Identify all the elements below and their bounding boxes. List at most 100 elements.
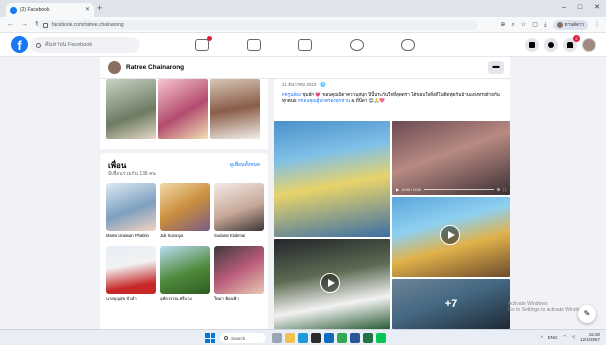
photo-tile[interactable]	[158, 79, 208, 139]
more-options-button[interactable]: ▬	[488, 61, 504, 74]
clock[interactable]: 15:30 12/4/2567	[580, 332, 600, 342]
file-explorer-icon[interactable]	[285, 333, 295, 343]
post-text: #ครูนล้อง ชุมสัก 💗 ขอบคุณบิดาความสนุก ปี…	[282, 92, 504, 104]
post-media[interactable]: +7	[392, 279, 510, 329]
new-message-button[interactable]: ✎	[578, 305, 596, 323]
facebook-search-input[interactable]: ค้นหาบน Facebook	[30, 37, 140, 53]
window-controls: – □ ✕	[562, 4, 600, 11]
edge-icon[interactable]	[298, 333, 308, 343]
friend-name[interactable]: นายบุญสุข บัวคำ	[106, 296, 156, 306]
more-photos-overlay[interactable]: +7	[392, 279, 510, 329]
windows-taskbar: Search ^ ENG ◠ ◁ 15:30 12/4/2567	[0, 329, 606, 345]
excel-icon[interactable]	[363, 333, 373, 343]
gaming-icon[interactable]	[401, 39, 415, 51]
video-progress[interactable]	[423, 188, 494, 190]
tab-panel-icon[interactable]: ▢	[532, 20, 538, 30]
friend-name[interactable]: อุทัยวรรณ ศรีแวง	[160, 296, 210, 306]
forward-icon[interactable]: →	[21, 20, 28, 30]
friend-name[interactable]: Sudarat Klabmai	[214, 233, 264, 243]
close-tab-icon[interactable]: ✕	[85, 7, 90, 13]
feed-post: 21 ธันวาคม 2023 · 🌐 #ครูนล้อง ชุมสัก 💗 ข…	[274, 79, 510, 329]
friend-photo[interactable]	[106, 183, 156, 231]
video-icon[interactable]	[246, 39, 261, 51]
activate-windows-watermark: Activate Windows Go to Settings to activ…	[508, 301, 587, 313]
post-hashtag[interactable]: #ขอบคุณผู้ปกครองทุกท่าน	[298, 98, 350, 103]
play-button-icon[interactable]	[440, 225, 460, 245]
browser-menu-icon[interactable]: ⋮	[594, 20, 600, 30]
volume-icon[interactable]: ◁	[572, 334, 575, 340]
friend-item[interactable]: นายบุญสุข บัวคำ	[106, 246, 156, 306]
profile-avatar[interactable]	[108, 61, 121, 74]
friend-photo[interactable]	[214, 246, 264, 294]
photo-tile[interactable]	[106, 79, 156, 139]
fullscreen-icon[interactable]: ⛶	[503, 187, 506, 192]
word-icon[interactable]	[350, 333, 360, 343]
browser-tab[interactable]: (2) Facebook ✕	[6, 3, 94, 17]
taskbar-search[interactable]: Search	[220, 333, 266, 343]
friend-photo[interactable]	[214, 183, 264, 231]
friend-name[interactable]: Juk Suranya	[160, 233, 210, 243]
tab-title: (2) Facebook	[20, 7, 50, 13]
facebook-logo-icon[interactable]: f	[11, 36, 28, 53]
downloads-icon[interactable]: ⤓	[544, 20, 547, 30]
maximize-button[interactable]: □	[578, 4, 582, 11]
account-avatar[interactable]	[582, 38, 596, 52]
wifi-icon[interactable]: ◠	[563, 334, 567, 340]
facebook-header: f ค้นหาบน Facebook 2	[0, 33, 606, 57]
chrome-icon[interactable]	[337, 333, 347, 343]
close-window-button[interactable]: ✕	[594, 4, 600, 11]
language-indicator[interactable]: ENG	[548, 335, 558, 340]
friend-item[interactable]: อุทัยวรรณ ศรีแวง	[160, 246, 210, 306]
post-date[interactable]: 21 ธันวาคม 2023 · 🌐	[282, 81, 326, 88]
play-control-icon[interactable]: ▶	[396, 187, 399, 192]
zoom-icon[interactable]: ⊕	[500, 20, 505, 30]
friend-item[interactable]: ใหม่า ฟ้อนฟ้า	[214, 246, 264, 306]
post-media[interactable]	[392, 197, 510, 277]
back-icon[interactable]: ←	[7, 20, 14, 30]
photo-tile[interactable]	[210, 79, 260, 139]
post-media[interactable]	[274, 239, 390, 329]
friend-name[interactable]: ใหม่า ฟ้อนฟ้า	[214, 296, 264, 306]
tray-chevron-icon[interactable]: ^	[541, 335, 543, 340]
system-tray: ^ ENG ◠ ◁ 15:30 12/4/2567	[541, 332, 600, 342]
minimize-button[interactable]: –	[562, 4, 566, 11]
store-icon[interactable]	[311, 333, 321, 343]
friend-photo[interactable]	[160, 183, 210, 231]
new-tab-button[interactable]: +	[97, 4, 102, 13]
video-controls[interactable]: ▶ 0:00 / 0:20 ⚙ ⛶	[396, 186, 506, 192]
line-icon[interactable]	[376, 333, 386, 343]
profile-page: Ratree Chainarong ▬ เพื่อน มีเพื่อนร่วมก…	[0, 57, 606, 329]
profile-name[interactable]: Ratree Chainarong	[126, 64, 184, 71]
friend-photo[interactable]	[106, 246, 156, 294]
see-all-friends-link[interactable]: ดูเพื่อนทั้งหมด	[230, 161, 260, 169]
search-page-icon[interactable]: ⌕	[511, 20, 514, 30]
groups-icon[interactable]	[349, 39, 364, 51]
post-video[interactable]: ▶ 0:00 / 0:20 ⚙ ⛶	[392, 121, 510, 195]
home-icon[interactable]	[195, 36, 212, 51]
play-button-icon[interactable]	[320, 273, 340, 293]
site-info-icon[interactable]	[43, 22, 48, 28]
mail-icon[interactable]	[324, 333, 334, 343]
friend-item[interactable]: Sudarat Klabmai	[214, 183, 264, 243]
url-text: facebook.com/ratree.chainarong	[52, 22, 124, 28]
start-button[interactable]	[205, 333, 215, 343]
clock-date: 12/4/2567	[579, 337, 600, 342]
bookmark-star-icon[interactable]: ☆	[521, 20, 526, 30]
address-bar[interactable]: facebook.com/ratree.chainarong	[38, 20, 478, 30]
marketplace-icon[interactable]	[298, 39, 312, 51]
messenger-icon[interactable]	[544, 38, 558, 52]
task-view-icon[interactable]	[272, 333, 282, 343]
friend-item[interactable]: Manw Uraiwan Phatkin	[106, 183, 156, 243]
friend-item[interactable]: Juk Suranya	[160, 183, 210, 243]
friend-photo[interactable]	[160, 246, 210, 294]
browser-profile-button[interactable]: ทานต์ดาว	[552, 20, 588, 30]
browser-toolbar: ← → ↻ facebook.com/ratree.chainarong ⊕ ⌕…	[0, 17, 606, 33]
notifications-icon[interactable]: 2	[563, 35, 580, 52]
post-hashtag[interactable]: #ครูนล้อง	[282, 92, 301, 97]
menu-grid-icon[interactable]	[525, 38, 539, 52]
search-placeholder: ค้นหาบน Facebook	[45, 42, 93, 48]
notification-badge: 2	[573, 35, 580, 42]
settings-icon[interactable]: ⚙	[497, 187, 501, 192]
post-media-large[interactable]	[274, 121, 390, 237]
friend-name[interactable]: Manw Uraiwan Phatkin	[106, 233, 156, 243]
